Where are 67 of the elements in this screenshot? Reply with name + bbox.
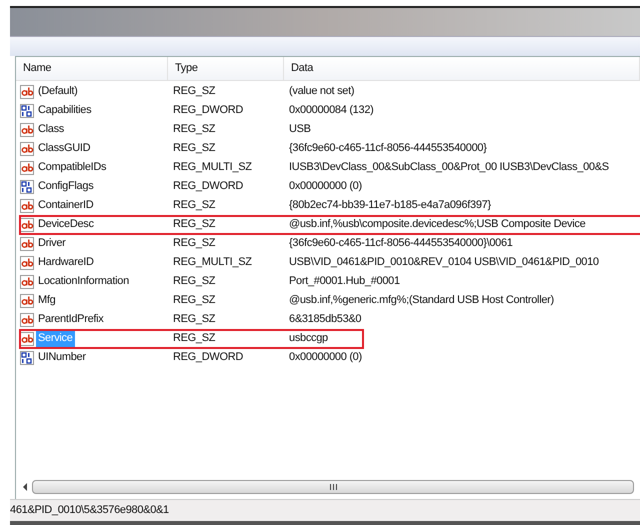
scroll-thumb[interactable] — [32, 480, 634, 494]
value-name[interactable]: LocationInformation — [36, 273, 131, 290]
table-cell-text: 0x00000084 (132) — [288, 103, 374, 118]
string-value-icon — [20, 274, 34, 288]
table-cell-text: 6&3185db53&0 — [288, 312, 362, 328]
table-cell-text: REG_SZ — [172, 198, 216, 214]
value-name[interactable]: (Default) — [36, 83, 80, 100]
table-cell-text: 0x00000000 (0) — [288, 179, 363, 194]
value-name[interactable]: UINumber — [36, 349, 88, 366]
table-cell-text: Port_#0001.Hub_#0001 — [288, 274, 401, 290]
string-value-icon — [20, 312, 34, 326]
table-cell-text: REG_SZ — [172, 84, 216, 100]
value-name[interactable]: DeviceDesc — [36, 216, 96, 233]
value-name[interactable]: Driver — [36, 235, 68, 252]
value-name[interactable]: ParentIdPrefix — [36, 311, 106, 328]
table-cell-text: REG_SZ — [172, 293, 216, 308]
column-header[interactable]: Type — [168, 57, 284, 80]
value-name[interactable]: ClassGUID — [36, 140, 92, 157]
table-cell-text: {36fc9e60-c465-11cf-8056-444553540000} — [288, 141, 488, 156]
table-cell-text: REG_SZ — [172, 312, 216, 328]
table-cell-text: REG_SZ — [172, 236, 216, 252]
table-cell-text: REG_DWORD — [172, 179, 244, 194]
status-text: 461&PID_0010\5&3576e980&0&1 — [10, 503, 169, 518]
horizontal-scrollbar[interactable] — [22, 478, 634, 496]
binary-value-icon — [20, 180, 34, 194]
string-value-icon — [20, 142, 34, 156]
table-cell-text: usbccgp — [288, 331, 329, 346]
table-cell-text: IUSB3\DevClass_00&SubClass_00&Prot_00 IUSB3\DevClass_00&S — [288, 160, 610, 176]
value-name[interactable]: Class — [36, 121, 66, 138]
table-cell-text: REG_SZ — [172, 217, 216, 232]
string-value-icon — [20, 84, 34, 98]
table-cell-text: USB\VID_0461&PID_0010&REV_0104 USB\VID_0461&PID_0010 — [288, 255, 600, 270]
table-cell-text: REG_MULTI_SZ — [172, 160, 253, 176]
table-cell-text: USB — [288, 122, 312, 138]
table-cell-text: REG_SZ — [172, 122, 216, 138]
table-cell-text: REG_DWORD — [172, 350, 244, 366]
table-cell-text: {80b2ec74-bb39-11e7-b185-e4a7a096f397} — [288, 198, 492, 214]
grip-icon — [330, 484, 336, 490]
string-value-icon — [20, 122, 34, 136]
table-cell-text: REG_SZ — [172, 141, 216, 156]
string-value-icon — [20, 256, 34, 270]
string-value-icon — [20, 218, 34, 232]
string-value-icon — [20, 236, 34, 250]
column-header[interactable]: Data — [284, 57, 640, 80]
value-name[interactable]: CompatibleIDs — [36, 159, 108, 176]
value-name[interactable]: Capabilities — [36, 102, 94, 119]
table-cell-text: REG_DWORD — [172, 103, 244, 118]
table-cell-text: {36fc9e60-c465-11cf-8056-444553540000}\0061 — [288, 236, 514, 252]
scroll-left-icon[interactable] — [22, 483, 28, 491]
value-name[interactable]: Mfg — [36, 292, 58, 309]
string-value-icon — [20, 294, 34, 308]
value-name[interactable]: HardwareID — [36, 254, 96, 271]
binary-value-icon — [20, 104, 34, 118]
value-name[interactable]: ContainerID — [36, 197, 96, 214]
table-cell-text: @usb.inf,%usb\composite.devicedesc%;USB Composite Device — [288, 217, 586, 232]
table-cell-text: 0x00000000 (0) — [288, 350, 363, 366]
table-cell-text: REG_SZ — [172, 331, 216, 346]
binary-value-icon — [20, 350, 34, 364]
value-name[interactable]: ConfigFlags — [36, 178, 96, 195]
table-cell-text: REG_SZ — [172, 274, 216, 290]
table-cell-text: (value not set) — [288, 84, 356, 100]
string-value-icon — [20, 160, 34, 174]
table-cell-text: REG_MULTI_SZ — [172, 255, 253, 270]
column-header[interactable]: Name — [16, 57, 168, 80]
string-value-icon — [20, 332, 34, 346]
string-value-icon — [20, 198, 34, 212]
table-cell-text: @usb.inf,%generic.mfg%;(Standard USB Host Controller) — [288, 293, 555, 308]
